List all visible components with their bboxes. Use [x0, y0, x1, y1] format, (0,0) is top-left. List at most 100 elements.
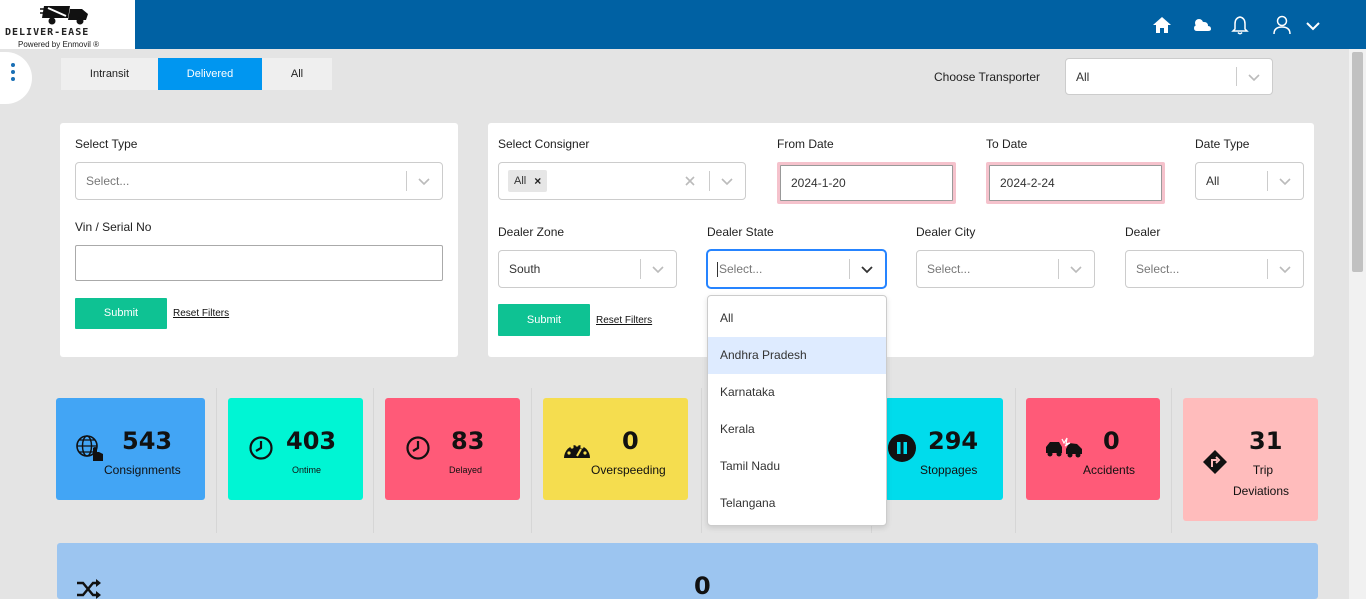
chevron-down-icon[interactable] [1302, 15, 1324, 37]
to-date-input[interactable]: 2024-2-24 [989, 165, 1162, 201]
chevron-down-icon [721, 178, 733, 186]
bottom-count: 0 [694, 572, 711, 599]
date-type-select[interactable]: All [1195, 162, 1304, 200]
state-option-all[interactable]: All [708, 300, 886, 337]
trip-deviations-label-line2: Deviations [1233, 484, 1290, 498]
remove-tag-icon[interactable]: × [534, 174, 541, 188]
right-submit-button[interactable]: Submit [498, 304, 590, 336]
logo-subtitle: Powered by Enmovil ® [18, 40, 100, 49]
select-type-label: Select Type [75, 137, 138, 151]
tab-all[interactable]: All [262, 58, 332, 90]
overspeeding-label: Overspeeding [591, 463, 666, 477]
chevron-down-icon [1248, 73, 1260, 81]
consignments-count: 543 [122, 427, 173, 455]
delayed-count: 83 [451, 427, 485, 455]
truck-logo-icon [40, 6, 88, 25]
overspeeding-count: 0 [622, 427, 639, 455]
dealer-label: Dealer [1125, 225, 1161, 239]
to-date-label: To Date [986, 137, 1028, 151]
dealer-city-select[interactable]: Select... [916, 250, 1095, 288]
home-icon[interactable] [1151, 14, 1173, 36]
consigner-tag-label: All [514, 175, 527, 187]
dealer-placeholder: Select... [1136, 262, 1180, 276]
trip-deviations-label-line1: Trip [1252, 463, 1274, 477]
tab-delivered[interactable]: Delivered [158, 58, 262, 90]
state-option-telangana[interactable]: Telangana [708, 485, 886, 522]
state-option-tamil-nadu[interactable]: Tamil Nadu [708, 448, 886, 485]
stoppages-label: Stoppages [920, 463, 978, 477]
left-reset-filters-link[interactable]: Reset Filters [173, 308, 229, 319]
chevron-down-icon [1279, 266, 1291, 274]
clock-icon [406, 436, 430, 460]
logo[interactable]: DELIVER-EASE Powered by Enmovil ® [0, 0, 135, 49]
dealer-state-select[interactable]: Select... [707, 250, 886, 288]
stat-card-delayed[interactable]: 83 Delayed [385, 398, 520, 500]
trip-deviations-count: 31 [1249, 427, 1283, 455]
consignments-label: Consignments [104, 463, 181, 477]
dealer-city-label: Dealer City [916, 225, 976, 239]
stat-card-stoppages[interactable]: 294 Stoppages [885, 398, 1003, 500]
weather-icon[interactable] [1191, 14, 1213, 36]
sidebar-toggle[interactable] [0, 52, 32, 104]
turn-sign-icon [1203, 450, 1227, 474]
transporter-select[interactable]: All [1065, 58, 1273, 95]
stat-card-accidents[interactable]: 0 Accidents [1026, 398, 1160, 500]
scrollbar-thumb[interactable] [1352, 52, 1363, 272]
date-type-value: All [1206, 174, 1220, 188]
clear-icon[interactable] [684, 175, 696, 187]
dealer-zone-label: Dealer Zone [498, 225, 565, 239]
from-date-input[interactable]: 2024-1-20 [780, 165, 953, 201]
stat-card-ontime[interactable]: 403 Ontime [228, 398, 363, 500]
dealer-state-menu: All Andhra Pradesh Karnataka Kerala Tami… [707, 295, 887, 526]
more-vertical-icon[interactable] [10, 62, 16, 82]
right-reset-filters-link[interactable]: Reset Filters [596, 315, 652, 326]
from-date-field[interactable]: 2024-1-20 [777, 162, 956, 204]
accidents-count: 0 [1103, 427, 1120, 455]
dealer-city-placeholder: Select... [927, 262, 971, 276]
dealer-zone-value: South [509, 262, 541, 276]
chevron-down-icon [861, 266, 873, 274]
consigner-label: Select Consigner [498, 137, 590, 151]
dealer-state-placeholder: Select... [719, 262, 763, 276]
bottom-stat-panel[interactable]: 0 [57, 543, 1318, 599]
user-icon[interactable] [1271, 14, 1293, 36]
left-submit-button[interactable]: Submit [75, 298, 167, 329]
consigner-select[interactable]: All × [498, 162, 746, 200]
stat-card-consignments[interactable]: 543 Consignments [56, 398, 205, 500]
state-option-andhra-pradesh[interactable]: Andhra Pradesh [708, 337, 886, 374]
clock-icon [249, 436, 273, 460]
state-option-karnataka[interactable]: Karnataka [708, 374, 886, 411]
stat-card-overspeeding[interactable]: 0 Overspeeding [543, 398, 688, 500]
vin-input[interactable] [75, 245, 443, 281]
status-tabs: Intransit Delivered All [61, 58, 332, 90]
accident-icon [1046, 437, 1082, 458]
chevron-down-icon [418, 178, 430, 186]
logo-text: DELIVER-EASE [5, 27, 90, 38]
vin-label: Vin / Serial No [75, 220, 152, 234]
dealer-zone-select[interactable]: South [498, 250, 677, 288]
state-option-kerala[interactable]: Kerala [708, 411, 886, 448]
dealer-select[interactable]: Select... [1125, 250, 1304, 288]
accidents-label: Accidents [1083, 463, 1136, 477]
select-type-dropdown[interactable]: Select... [75, 162, 443, 200]
transporter-value: All [1076, 69, 1090, 84]
to-date-field[interactable]: 2024-2-24 [986, 162, 1165, 204]
delayed-label: Delayed [449, 465, 483, 475]
tab-intransit[interactable]: Intransit [61, 58, 158, 90]
bell-icon[interactable] [1229, 14, 1251, 36]
select-type-placeholder: Select... [86, 174, 130, 188]
ontime-count: 403 [286, 427, 337, 455]
chevron-down-icon [652, 266, 664, 274]
dealer-state-label: Dealer State [707, 225, 774, 239]
date-type-label: Date Type [1195, 137, 1250, 151]
pause-icon [888, 434, 916, 462]
consigner-tag[interactable]: All × [508, 170, 548, 192]
from-date-label: From Date [777, 137, 834, 151]
chevron-down-icon [1279, 178, 1291, 186]
ontime-label: Ontime [292, 465, 322, 475]
stat-card-trip-deviations[interactable]: 31 Trip Deviations [1183, 398, 1318, 521]
shuffle-icon [77, 579, 101, 599]
globe-hand-icon [76, 435, 103, 461]
stoppages-count: 294 [928, 427, 979, 455]
transporter-label: Choose Transporter [934, 70, 1041, 84]
